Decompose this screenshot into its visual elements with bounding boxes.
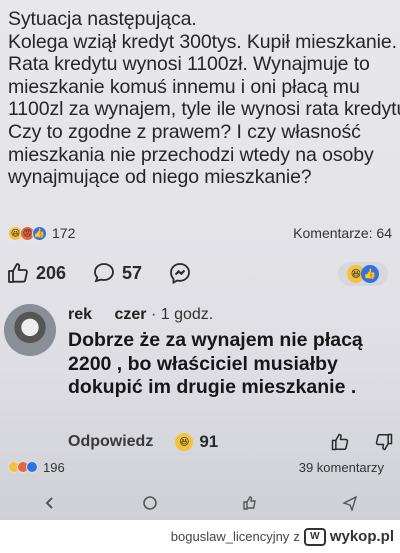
thumbs-up-icon <box>8 263 28 283</box>
haha-reaction-icon: 😆 <box>175 433 194 451</box>
messenger-share-button[interactable] <box>168 261 192 285</box>
comment-button[interactable]: 57 <box>92 261 142 285</box>
post-reactions[interactable]: 😆 😡 👍 172 <box>8 225 75 241</box>
thumbs-up-icon[interactable] <box>330 432 350 452</box>
comment-line: dokupić im drugie mieszkanie . <box>68 376 357 398</box>
comment-bubble-icon <box>94 263 114 283</box>
bottom-comments-count[interactable]: 39 komentarzy <box>299 460 384 475</box>
comment-reaction-count: 91 <box>199 432 219 451</box>
comment-line: Dobrze że za wynajem nie płacą <box>68 329 363 351</box>
comment-author[interactable]: rek czer · 1 godz. <box>68 306 213 324</box>
like-reaction-icon: 👍 <box>361 265 379 283</box>
bottom-reaction-count: 196 <box>43 459 65 475</box>
wykop-logo[interactable]: W wykop.pl <box>303 527 394 546</box>
wykop-logo-icon: W <box>303 527 326 546</box>
post-line: wynajmujące od niego mieszkanie? <box>8 166 312 189</box>
comment-body: Dobrze że za wynajem nie płacą 2200 , bo… <box>68 329 398 400</box>
post-line: Rata kredytu wynosi 1100zł. Wynajmuje to <box>8 53 370 76</box>
photo-of-phone-screen: Sytuacja następująca. Kolega wziął kredy… <box>0 0 400 520</box>
messenger-icon <box>170 263 190 284</box>
post-body: Sytuacja następująca. Kolega wziął kredy… <box>8 8 400 189</box>
comment-time: · 1 godz. <box>150 306 214 323</box>
author-name: rek <box>68 306 93 323</box>
post-actions: 206 57 😆 👍 <box>6 258 394 288</box>
post-comments-count[interactable]: Komentarze: 64 <box>293 225 392 241</box>
via-label: z <box>293 529 300 544</box>
bottom-reactions[interactable]: 196 <box>8 460 65 475</box>
comment-reactions[interactable]: 😆 91 <box>175 432 218 452</box>
reply-button[interactable]: Odpowiedz <box>68 433 153 451</box>
thumbs-up-icon[interactable] <box>242 495 258 511</box>
like-count: 206 <box>36 262 67 283</box>
watermark-footer: boguslaw_licencyjny z W wykop.pl <box>0 520 400 553</box>
post-line: Kolega wziął kredyt 300tys. Kupił mieszk… <box>8 30 397 53</box>
comment-bubble-icon[interactable] <box>142 495 158 511</box>
back-icon[interactable] <box>42 495 58 511</box>
comment-actions: Odpowiedz 😆 91 <box>68 430 394 454</box>
avatar[interactable] <box>4 304 56 356</box>
bottom-nav <box>0 492 400 514</box>
comment-count: 57 <box>122 262 143 283</box>
send-icon[interactable] <box>342 495 358 511</box>
comment: rek czer · 1 godz. Dobrze że za wynajem … <box>0 296 400 460</box>
comment-vote <box>330 432 394 452</box>
quick-reaction-bubble[interactable]: 😆 👍 <box>338 262 388 286</box>
thumbs-down-icon[interactable] <box>374 432 394 452</box>
site-name: wykop.pl <box>329 528 394 545</box>
post-reaction-count: 172 <box>52 225 76 241</box>
author-surname: czer <box>114 306 147 323</box>
comment-line: 2200 , bo właściciel musiałby <box>68 352 338 375</box>
like-reaction-icon: 👍 <box>32 225 47 241</box>
post-line: Sytuacja następująca. <box>8 8 197 30</box>
like-reaction-icon <box>26 461 38 473</box>
like-button[interactable]: 206 <box>6 261 66 285</box>
post-line: mieszkania nie przechodzi wtedy na osoby <box>8 143 374 166</box>
post-line: 1100zl za wynajem, tyle ile wynosi rata … <box>8 98 400 121</box>
post-stats-row: 😆 😡 👍 172 Komentarze: 64 <box>8 222 392 244</box>
bottom-stats-row: 196 39 komentarzy <box>8 458 384 476</box>
post-line: mieszkanie komuś innemu i oni płacą mu <box>8 75 360 98</box>
uploader-username[interactable]: boguslaw_licencyjny <box>171 529 290 544</box>
post-line: Czy to zgodne z prawem? I czy własność <box>8 120 361 143</box>
